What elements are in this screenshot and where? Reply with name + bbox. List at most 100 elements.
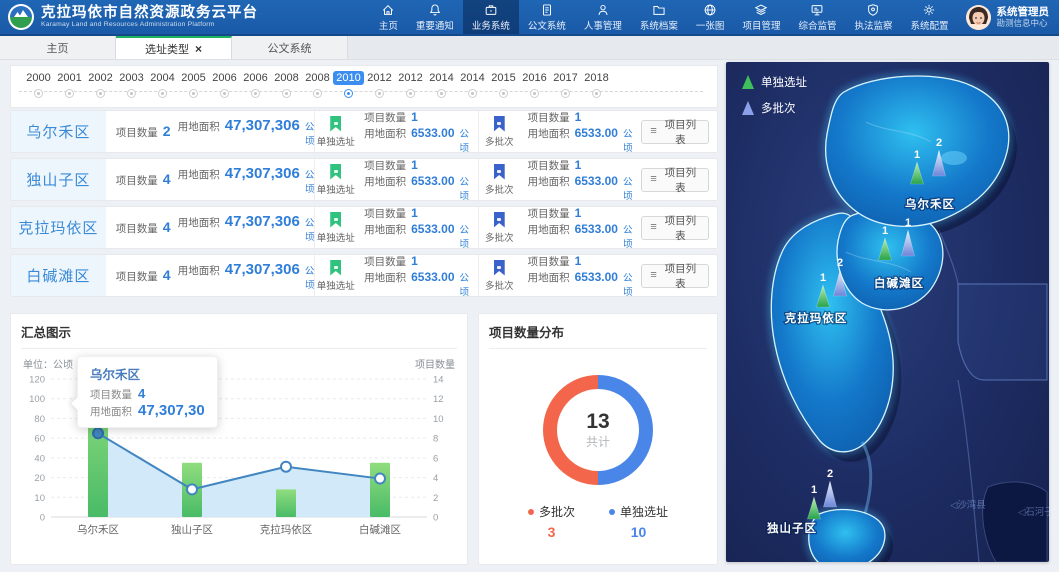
donut-chart[interactable]: 13 共计 — [543, 375, 653, 485]
nav-item-monitor[interactable]: 综合监管 — [789, 0, 845, 34]
land-area-label: 用地面积 — [178, 119, 220, 134]
land-area-value: 47,307,306 — [225, 165, 300, 182]
folder-icon — [652, 3, 666, 17]
district-row: 克拉玛依区 项目数量 4 用地面积 47,307,306公顷 单独选址 项目数量… — [10, 206, 718, 249]
svg-text:1: 1 — [811, 484, 817, 496]
nav-item-folder[interactable]: 系统档案 — [631, 0, 687, 34]
user-info[interactable]: 系统管理员 勘测信息中心 — [958, 5, 1059, 30]
timeline-year[interactable]: 2016 — [519, 71, 550, 98]
single-site-badge: 单独选址 — [314, 159, 356, 200]
donut-total-label: 共计 — [586, 433, 610, 450]
svg-text:白碱滩区: 白碱滩区 — [359, 523, 401, 536]
single-site-badge: 单独选址 — [314, 255, 356, 296]
list-icon: ≡ — [650, 222, 656, 233]
district-row: 白碱滩区 项目数量 4 用地面积 47,307,306公顷 单独选址 项目数量1… — [10, 254, 718, 297]
main-content: 2000 2001 2002 2003 2004 2005 2006 2006 … — [0, 60, 1059, 572]
project-list-button[interactable]: ≡项目列表 — [641, 168, 709, 192]
document-icon — [540, 3, 554, 17]
project-list-button[interactable]: ≡项目列表 — [641, 264, 709, 288]
timeline-year[interactable]: 2005 — [178, 71, 209, 98]
marker-multi-4[interactable]: 2 — [824, 468, 837, 507]
timeline-year[interactable]: 2014 — [426, 71, 457, 98]
tab[interactable]: 公文系统 — [232, 36, 348, 59]
summary-chart-title: 汇总图示 — [21, 322, 457, 349]
timeline-year[interactable]: 2008 — [271, 71, 302, 98]
timeline-dot — [437, 89, 446, 98]
nav-item-document[interactable]: 公文系统 — [519, 0, 575, 34]
map-district-label: 克拉玛依区 — [784, 311, 848, 325]
land-area-label: 用地面积 — [178, 215, 220, 230]
svg-text:1: 1 — [882, 225, 888, 237]
single-area-value: 6533.00 — [411, 222, 454, 236]
timeline-year[interactable]: 2000 — [23, 71, 54, 98]
nav-item-bell[interactable]: 重要通知 — [407, 0, 463, 34]
legend-dot-icon — [609, 509, 615, 515]
multi-area-value: 6533.00 — [575, 174, 618, 188]
timeline-year[interactable]: 2012 — [395, 71, 426, 98]
timeline-year[interactable]: 2008 — [302, 71, 333, 98]
svg-text:0: 0 — [433, 513, 438, 524]
multi-batch-badge: 多批次 — [478, 255, 520, 296]
nav-item-user[interactable]: 人事管理 — [575, 0, 631, 34]
briefcase-icon — [484, 3, 498, 17]
tab[interactable]: 主页 — [0, 36, 116, 59]
svg-text:独山子区: 独山子区 — [171, 523, 213, 536]
nav-item-briefcase[interactable]: 业务系统 — [463, 0, 519, 34]
svg-text:克拉玛依区: 克拉玛依区 — [260, 523, 313, 536]
project-list-button[interactable]: ≡项目列表 — [641, 216, 709, 240]
donut-legend-item[interactable]: 单独选址 10 — [609, 503, 668, 540]
tab[interactable]: 选址类型 × — [116, 36, 232, 59]
timeline-year[interactable]: 2017 — [550, 71, 581, 98]
multi-batch-ribbon-icon — [494, 116, 505, 132]
project-list-button[interactable]: ≡项目列表 — [641, 120, 709, 144]
map-panel[interactable]: 单独选址 多批次 — [726, 62, 1049, 562]
svg-text:10: 10 — [34, 493, 45, 504]
district-name: 独山子区 — [11, 159, 106, 200]
timeline-year[interactable]: 2003 — [116, 71, 147, 98]
distribution-card: 项目数量分布 13 共计 多批次 3 单独选址 10 — [478, 313, 718, 565]
karamay-map[interactable]: 12乌尔禾区11白碱滩区12克拉玛依区12独山子区 ◁沙湾县 ◁石河子 — [726, 62, 1049, 562]
land-area-label: 用地面积 — [178, 167, 220, 182]
timeline-year[interactable]: 2012 — [364, 71, 395, 98]
triangle-marker-icon — [742, 75, 754, 89]
timeline-dot — [375, 89, 384, 98]
timeline-year[interactable]: 2018 — [581, 71, 612, 98]
svg-text:2: 2 — [827, 468, 833, 480]
timeline-year[interactable]: 2015 — [488, 71, 519, 98]
svg-text:◁沙湾县: ◁沙湾县 — [950, 499, 986, 511]
timeline-dot — [561, 89, 570, 98]
chart-tooltip: 乌尔禾区 项目数量 4 用地面积 47,307,30 — [77, 356, 218, 428]
nav-item-globe[interactable]: 一张图 — [687, 0, 734, 34]
nav-item-gear[interactable]: 系统配置 — [901, 0, 957, 34]
multi-count-value: 1 — [575, 254, 582, 268]
tab-close-icon[interactable]: × — [195, 44, 202, 54]
timeline-year[interactable]: 2004 — [147, 71, 178, 98]
single-area-value: 6533.00 — [411, 270, 454, 284]
timeline-dot — [406, 89, 415, 98]
donut-legend-item[interactable]: 多批次 3 — [528, 503, 575, 540]
map-district-label: 乌尔禾区 — [905, 197, 955, 211]
svg-text:1: 1 — [905, 217, 911, 229]
multi-batch-badge: 多批次 — [478, 159, 520, 200]
timeline-year[interactable]: 2001 — [54, 71, 85, 98]
nav-item-layers[interactable]: 项目管理 — [733, 0, 789, 34]
svg-text:◁石河子: ◁石河子 — [1018, 506, 1049, 518]
single-site-ribbon-icon — [330, 212, 341, 228]
marker-single-4[interactable]: 1 — [808, 484, 821, 519]
timeline-year[interactable]: 2006 — [240, 71, 271, 98]
nav-item-home[interactable]: 主页 — [370, 0, 407, 34]
avatar[interactable] — [966, 5, 991, 30]
svg-text:2: 2 — [433, 493, 438, 504]
single-area-value: 6533.00 — [411, 174, 454, 188]
timeline-year[interactable]: 2010 — [333, 71, 364, 98]
map-legend-item: 多批次 — [742, 100, 807, 116]
gear-icon — [922, 3, 936, 17]
svg-text:14: 14 — [433, 375, 444, 386]
timeline-year[interactable]: 2014 — [457, 71, 488, 98]
single-count-value: 1 — [411, 158, 418, 172]
timeline-year[interactable]: 2002 — [85, 71, 116, 98]
svg-text:乌尔禾区: 乌尔禾区 — [77, 523, 119, 536]
tooltip-count: 4 — [138, 386, 145, 401]
nav-item-shield[interactable]: 执法监察 — [845, 0, 901, 34]
timeline-year[interactable]: 2006 — [209, 71, 240, 98]
